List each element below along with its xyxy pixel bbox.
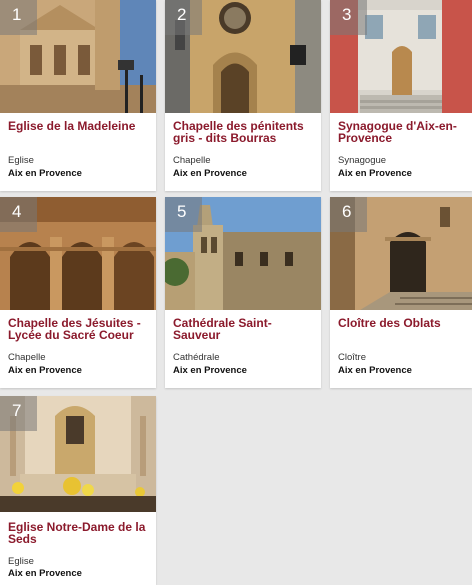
card-city: Aix en Provence	[173, 365, 247, 376]
place-card[interactable]: 5 Cathédrale Saint-Sauveur Cathédrale Ai…	[165, 197, 321, 388]
place-card[interactable]: 3 Synagogue d'Aix-en-Provence Synagogue …	[330, 0, 472, 191]
card-city: Aix en Provence	[338, 168, 412, 179]
card-type: Cloître	[338, 352, 366, 363]
card-title[interactable]: Cathédrale Saint-Sauveur	[173, 317, 315, 341]
card-number: 7	[0, 396, 37, 431]
card-title[interactable]: Chapelle des pénitents gris - dits Bourr…	[173, 120, 315, 144]
card-type: Chapelle	[173, 155, 211, 166]
place-card[interactable]: 1 Eglise de la Madeleine Eglise Aix en P…	[0, 0, 156, 191]
card-type: Chapelle	[8, 352, 46, 363]
card-city: Aix en Provence	[8, 365, 82, 376]
card-type: Cathédrale	[173, 352, 220, 363]
place-card[interactable]: 2 Chapelle des pénitents gris - dits Bou…	[165, 0, 321, 191]
place-card[interactable]: 6 Cloître des Oblats Cloître Aix en Prov…	[330, 197, 472, 388]
card-title[interactable]: Eglise de la Madeleine	[8, 120, 150, 132]
card-city: Aix en Provence	[338, 365, 412, 376]
card-number: 2	[165, 0, 202, 35]
card-number: 1	[0, 0, 37, 35]
card-type: Synagogue	[338, 155, 387, 166]
place-card[interactable]: 7 Eglise Notre-Dame de la Seds Eglise Ai…	[0, 396, 156, 585]
card-city: Aix en Provence	[8, 168, 82, 179]
card-title[interactable]: Chapelle des Jésuites - Lycée du Sacré C…	[8, 317, 150, 341]
place-card[interactable]: 4 Chapelle des Jésuites - Lycée du Sacré…	[0, 197, 156, 388]
card-number: 3	[330, 0, 367, 35]
card-title[interactable]: Eglise Notre-Dame de la Seds	[8, 521, 150, 545]
card-number: 6	[330, 197, 367, 232]
card-title[interactable]: Cloître des Oblats	[338, 317, 466, 329]
card-number: 5	[165, 197, 202, 232]
card-type: Eglise	[8, 155, 34, 166]
card-city: Aix en Provence	[173, 168, 247, 179]
card-city: Aix en Provence	[8, 568, 82, 579]
card-title[interactable]: Synagogue d'Aix-en-Provence	[338, 120, 466, 144]
card-number: 4	[0, 197, 37, 232]
card-type: Eglise	[8, 556, 34, 567]
